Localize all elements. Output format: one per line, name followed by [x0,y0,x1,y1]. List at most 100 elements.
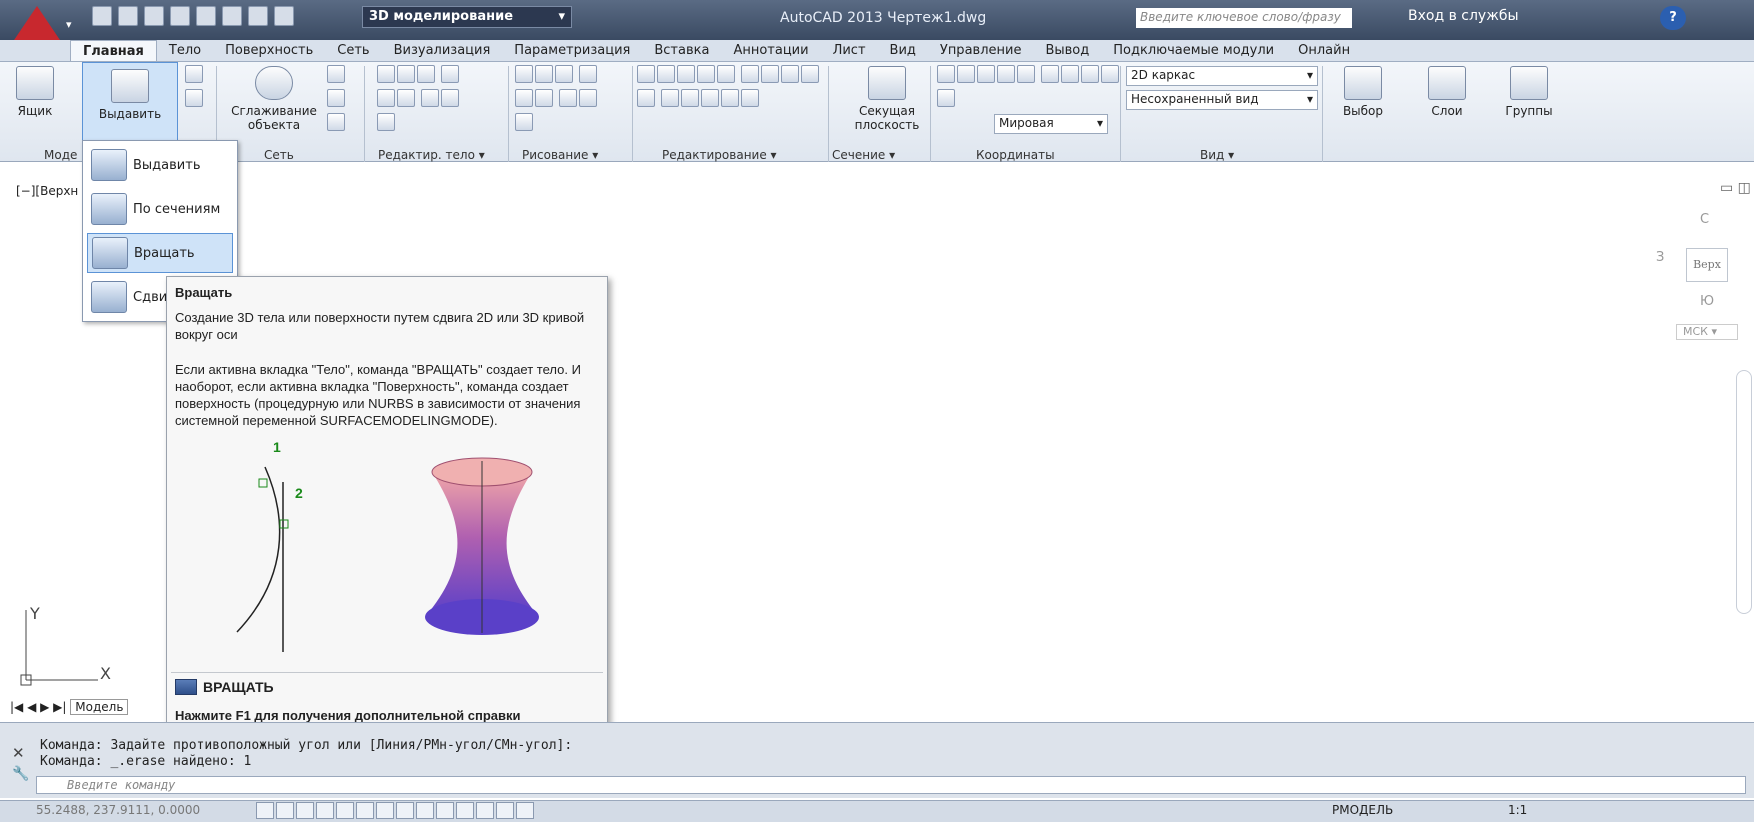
plot-icon[interactable] [196,6,216,26]
navigation-bar[interactable] [1736,370,1752,614]
ucs-world-icon[interactable] [1017,65,1035,83]
erase-icon[interactable] [661,89,680,107]
circle-icon[interactable] [535,89,553,107]
tab-nav-arrows-icon[interactable]: |◀ ◀ ▶ ▶| [10,700,66,714]
menu-item-extrude[interactable]: Выдавить [87,145,233,185]
tab-home[interactable]: Главная [70,40,157,61]
offset-icon[interactable] [741,65,760,83]
scale-icon[interactable] [637,65,655,83]
interfere-icon[interactable] [377,89,395,107]
menu-item-loft[interactable]: По сечениям [87,189,233,229]
polygon-icon[interactable] [559,89,578,107]
smooth-object-button[interactable]: Сглаживание объекта [224,66,324,132]
tab-insert[interactable]: Вставка [642,40,721,61]
explode-icon[interactable] [721,89,740,107]
ucs-z-icon[interactable] [1081,65,1100,83]
tab-parametric[interactable]: Параметризация [502,40,642,61]
app-menu-arrow-icon[interactable]: ▾ [66,18,72,31]
array-icon[interactable] [761,65,780,83]
subtract-icon[interactable] [441,65,460,83]
ucs-y-icon[interactable] [997,65,1015,83]
section-plane-button[interactable]: Секущая плоскость [842,66,932,132]
selection-button[interactable]: Выбор [1328,66,1398,118]
save-as-icon[interactable] [170,6,190,26]
tab-online[interactable]: Онлайн [1286,40,1362,61]
line-icon[interactable] [515,89,533,107]
groups-button[interactable]: Группы [1494,66,1564,118]
presspull-icon[interactable] [185,65,203,83]
tab-annotate[interactable]: Аннотации [721,40,820,61]
ucs-origin-icon[interactable] [957,65,975,83]
arc-icon[interactable] [555,65,573,83]
polyline-icon[interactable] [515,65,533,83]
transparency-icon[interactable] [476,802,494,819]
object-snap-icon[interactable] [356,802,374,819]
workspace-select[interactable]: 3D моделирование ▾ [362,6,572,28]
polar-tracking-icon[interactable] [336,802,354,819]
panel-label-view[interactable]: Вид ▾ [1200,148,1234,162]
viewcube-north[interactable]: С [1700,212,1709,227]
tab-mesh[interactable]: Сеть [325,40,381,61]
lineweight-icon[interactable] [456,802,474,819]
tab-view[interactable]: Вид [878,40,928,61]
ucs-x-icon[interactable] [977,65,995,83]
ucs-view-icon[interactable] [1101,65,1120,83]
search-input[interactable]: Введите ключевое слово/фразу [1136,8,1352,28]
undo-icon[interactable] [248,6,268,26]
polysolid-icon[interactable] [185,89,203,107]
ucs-icon[interactable] [937,65,955,83]
layers-button[interactable]: Слои [1412,66,1482,118]
ucs-zaxis-icon[interactable] [937,89,955,107]
copy-icon[interactable] [701,89,720,107]
dynamic-input-icon[interactable] [436,802,454,819]
model-space-toggle[interactable]: РМОДЕЛЬ [1332,803,1393,817]
menu-item-revolve[interactable]: Вращать [87,233,233,273]
rectangle-icon[interactable] [579,89,598,107]
fillet-edge-icon[interactable] [441,89,460,107]
tab-output[interactable]: Вывод [1033,40,1101,61]
rotate-icon[interactable] [781,65,800,83]
spline-icon[interactable] [579,65,598,83]
mirror-icon[interactable] [697,65,715,83]
object-snap-tracking-icon[interactable] [396,802,414,819]
selection-cycling-icon[interactable] [516,802,534,819]
hatch-icon[interactable] [535,65,553,83]
slice-icon[interactable] [417,65,435,83]
mesh-refine-icon[interactable] [327,113,345,131]
mesh-smooth-less-icon[interactable] [327,89,345,107]
ellipse-icon[interactable] [515,113,533,131]
new-icon[interactable] [92,6,112,26]
grid-display-icon[interactable] [296,802,314,819]
tab-model[interactable]: Модель [70,699,129,715]
extrude-button[interactable]: Выдавить [82,62,178,142]
mesh-smooth-more-icon[interactable] [327,65,345,83]
viewcube-south[interactable]: Ю [1700,294,1714,309]
move-icon[interactable] [677,65,695,83]
panel-label-modeling[interactable]: Моде [44,148,77,162]
open-icon[interactable] [118,6,138,26]
panel-label-coordinates[interactable]: Координаты [976,148,1055,162]
ucs-menu[interactable]: МСК ▾ [1676,324,1738,340]
tab-layout[interactable]: Лист [821,40,878,61]
panel-label-section[interactable]: Сечение ▾ [832,148,895,162]
command-input[interactable]: Введите команду [36,776,1746,794]
visual-style-select[interactable]: 2D каркас ▾ [1126,66,1318,86]
dynamic-ucs-icon[interactable] [416,802,434,819]
panel-label-solid-edit[interactable]: Редактир. тело ▾ [378,148,485,162]
window-controls-icon[interactable]: ▭ ◫ [1720,180,1751,196]
ucs-world-select[interactable]: Мировая ▾ [994,114,1108,134]
3d-object-snap-icon[interactable] [376,802,394,819]
panel-label-mesh[interactable]: Сеть [264,148,294,162]
union-icon[interactable] [377,65,395,83]
intersect-icon[interactable] [421,89,440,107]
close-icon[interactable]: ✕ [12,744,25,762]
wrench-icon[interactable]: 🔧 [12,766,29,782]
viewcube-top-face[interactable]: Верх [1686,248,1728,282]
tab-plugins[interactable]: Подключаемые модули [1101,40,1286,61]
stretch-icon[interactable] [801,65,820,83]
tab-render[interactable]: Визуализация [382,40,503,61]
tab-manage[interactable]: Управление [928,40,1034,61]
redo-icon[interactable] [274,6,294,26]
trim-icon[interactable] [717,65,735,83]
viewport-controls[interactable]: [−][Верхн [16,184,78,198]
